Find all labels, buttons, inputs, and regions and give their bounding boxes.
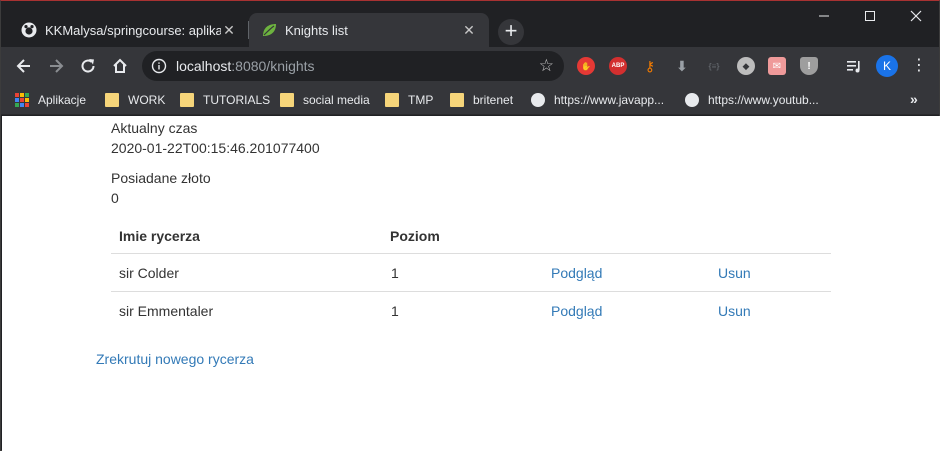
knight-level: 1: [391, 265, 399, 281]
home-button[interactable]: [107, 53, 133, 79]
bookmark-label: https://www.javapp...: [554, 93, 665, 107]
bookmark-star-icon[interactable]: ☆: [539, 57, 554, 74]
row-divider: [111, 291, 831, 292]
folder-icon: [280, 93, 294, 107]
maximize-button[interactable]: [847, 1, 893, 31]
url-text: localhost:8080/knights: [176, 58, 315, 74]
reload-icon: [81, 59, 95, 73]
back-button[interactable]: [11, 53, 37, 79]
shield-extension-icon[interactable]: !: [800, 57, 818, 75]
knight-name: sir Emmentaler: [119, 303, 214, 319]
current-time-value: 2020-01-22T00:15:46.201077400: [111, 140, 320, 156]
tab-title: KKMalysa/springcourse: aplikacja: [45, 22, 221, 38]
apps-grid-icon: [15, 93, 29, 107]
more-menu-icon[interactable]: ⋮: [911, 55, 927, 77]
playlist-icon: [847, 61, 860, 73]
bookmark-label: TMP: [408, 93, 434, 107]
page-content: Aktualny czas 2020-01-22T00:15:46.201077…: [2, 116, 940, 451]
json-extension-icon[interactable]: {≡}: [705, 57, 723, 75]
bookmark-label: https://www.youtub...: [708, 93, 819, 107]
close-tab-icon[interactable]: ✕: [221, 22, 237, 39]
knight-name: sir Colder: [119, 265, 179, 281]
gold-value: 0: [111, 190, 119, 206]
key-extension-icon[interactable]: ⚷: [641, 57, 659, 75]
bookmark-folder-work[interactable]: WORK: [105, 91, 165, 109]
current-time-label: Aktualny czas: [111, 120, 198, 136]
bookmark-javapp[interactable]: https://www.javapp...: [531, 91, 664, 109]
knight-level: 1: [391, 303, 399, 319]
bookmark-label: social media: [303, 93, 370, 107]
folder-icon: [385, 93, 399, 107]
delete-knight-link[interactable]: Usun: [718, 303, 751, 319]
forward-button[interactable]: [43, 53, 69, 79]
recruit-knight-link[interactable]: Zrekrutuj nowego rycerza: [96, 351, 254, 367]
compass-extension-icon[interactable]: ◆: [737, 57, 755, 75]
column-header-level: Poziom: [390, 228, 440, 244]
view-knight-link[interactable]: Podgląd: [551, 303, 602, 319]
spring-leaf-icon: [261, 22, 277, 38]
bookmarks-overflow-icon[interactable]: »: [910, 91, 918, 107]
bookmark-folder-tutorials[interactable]: TUTORIALS: [180, 91, 270, 109]
close-icon: [910, 10, 922, 22]
header-divider: [111, 253, 831, 254]
bookmark-label: Aplikacje: [38, 93, 87, 107]
folder-icon: [180, 93, 194, 107]
view-knight-link[interactable]: Podgląd: [551, 265, 602, 281]
home-icon: [113, 58, 127, 73]
close-tab-icon[interactable]: ✕: [461, 22, 477, 39]
new-tab-button[interactable]: +: [498, 19, 524, 45]
stop-extension-icon[interactable]: ✋: [577, 57, 595, 75]
maximize-icon: [865, 11, 875, 21]
column-header-name: Imie rycerza: [119, 228, 200, 244]
bookmark-label: WORK: [128, 93, 166, 107]
folder-icon: [450, 93, 464, 107]
back-arrow-icon: [16, 59, 30, 73]
info-icon[interactable]: [151, 58, 167, 74]
bookmark-apps[interactable]: Aplikacje: [15, 91, 86, 109]
bookmark-folder-social-media[interactable]: social media: [280, 91, 370, 109]
close-window-button[interactable]: [893, 1, 939, 31]
browser-toolbar: localhost:8080/knights ☆ ✋ ABP ⚷ ⬇ {≡} ◆…: [1, 47, 939, 85]
bookmark-youtube[interactable]: https://www.youtub...: [685, 91, 819, 109]
bookmark-label: TUTORIALS: [203, 93, 271, 107]
bookmarks-bar: Aplikacje WORK TUTORIALS social media TM…: [1, 85, 939, 115]
minimize-icon: [819, 15, 829, 17]
gold-label: Posiadane złoto: [111, 170, 211, 186]
adblock-plus-icon[interactable]: ABP: [609, 57, 627, 75]
address-bar[interactable]: localhost:8080/knights ☆: [142, 51, 564, 81]
globe-icon: [685, 93, 699, 107]
tab-knights-list[interactable]: Knights list ✕: [249, 13, 489, 47]
tab-github[interactable]: KKMalysa/springcourse: aplikacja ✕: [9, 13, 249, 47]
minimize-button[interactable]: [801, 1, 847, 31]
bookmark-folder-tmp[interactable]: TMP: [385, 91, 433, 109]
delete-knight-link[interactable]: Usun: [718, 265, 751, 281]
mail-extension-icon[interactable]: ✉: [768, 57, 786, 75]
tab-strip: KKMalysa/springcourse: aplikacja ✕ Knigh…: [1, 1, 939, 47]
download-extension-icon[interactable]: ⬇: [673, 57, 691, 75]
bookmark-folder-britenet[interactable]: britenet: [450, 91, 513, 109]
folder-icon: [105, 93, 119, 107]
bookmark-label: britenet: [473, 93, 514, 107]
media-control-button[interactable]: [841, 53, 867, 79]
github-icon: [21, 22, 37, 38]
tab-title: Knights list: [285, 22, 348, 38]
reload-button[interactable]: [75, 53, 101, 79]
profile-avatar[interactable]: K: [876, 55, 898, 77]
globe-icon: [531, 93, 545, 107]
forward-arrow-icon: [50, 59, 64, 73]
browser-window: KKMalysa/springcourse: aplikacja ✕ Knigh…: [0, 0, 940, 451]
